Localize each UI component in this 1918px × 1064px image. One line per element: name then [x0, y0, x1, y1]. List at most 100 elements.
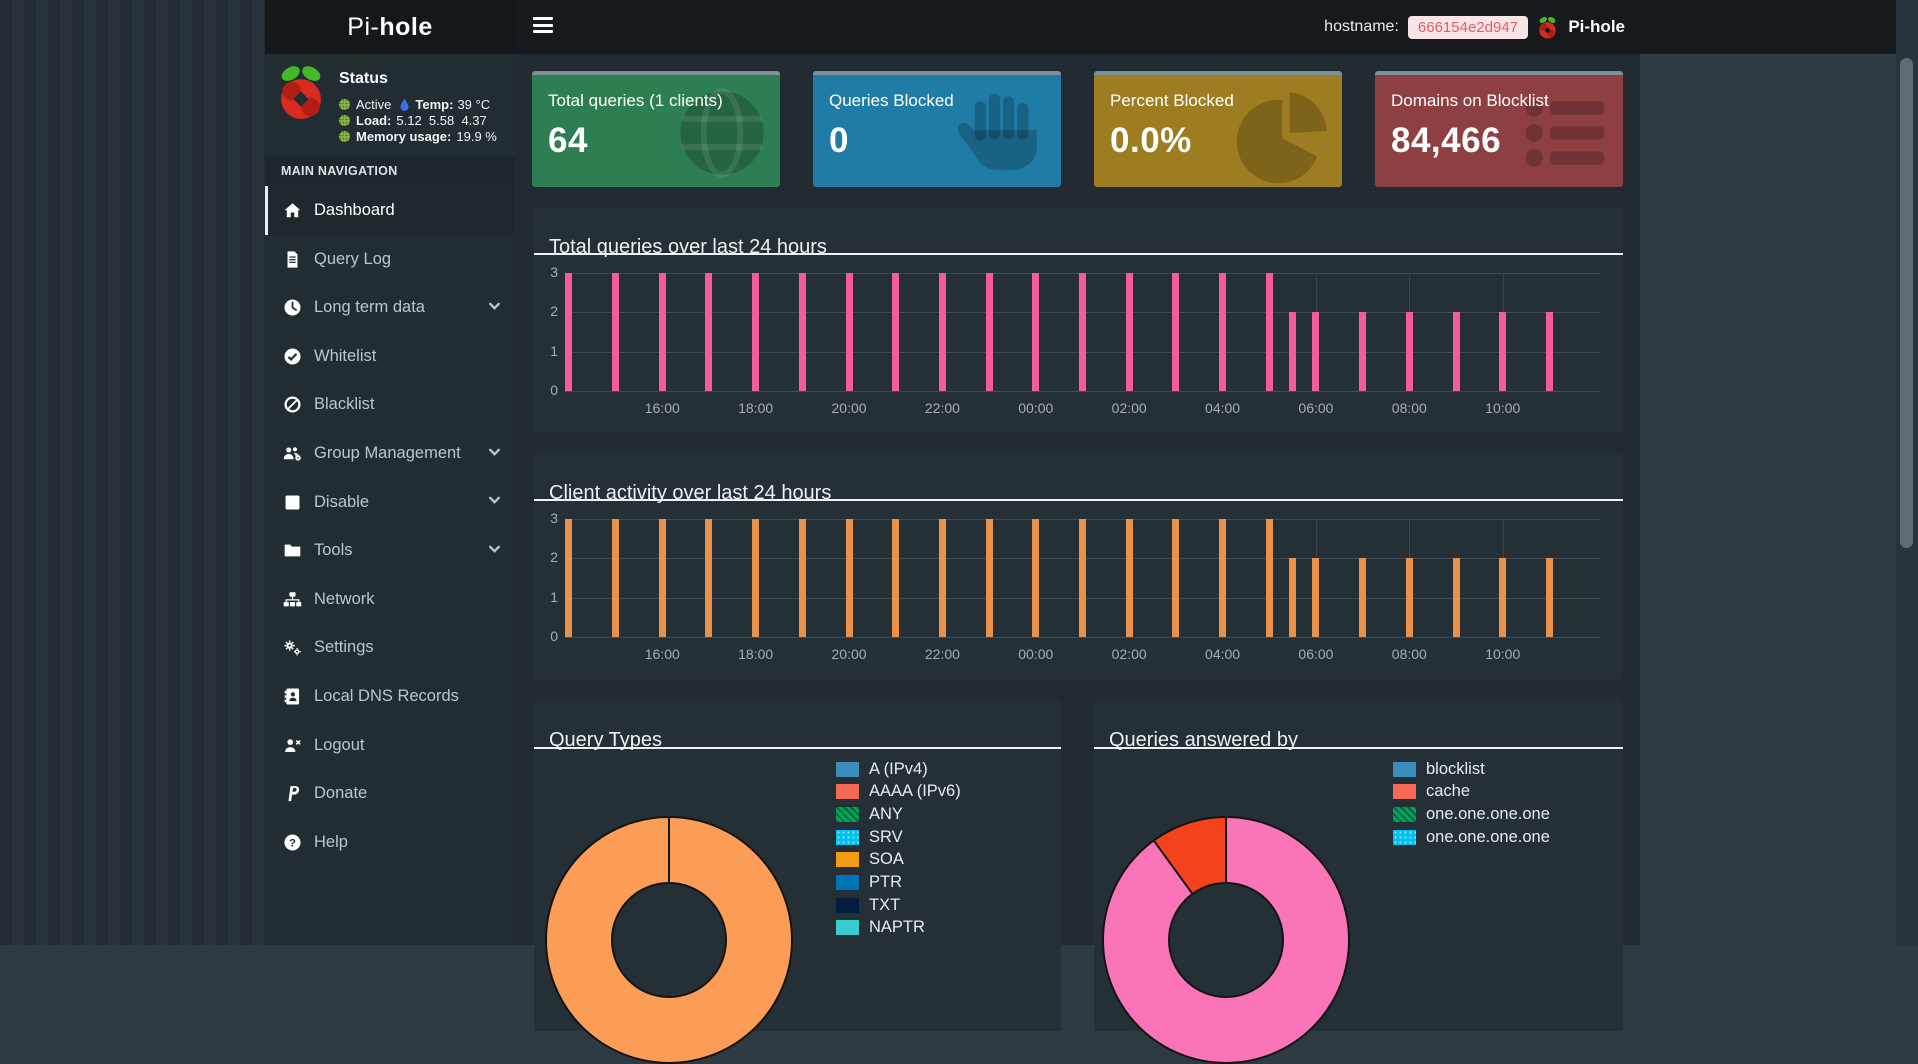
x-axis-tick: 16:00 [644, 646, 680, 662]
hamburger-menu-button[interactable] [533, 17, 555, 37]
bar-10:00 [1499, 558, 1507, 637]
bar-04:00 [1219, 273, 1227, 391]
sidebar-item-local-dns-records[interactable]: Local DNS Records [265, 672, 515, 721]
y-axis-tick: 3 [550, 264, 558, 280]
sidebar-item-group-management[interactable]: Group Management [265, 429, 515, 478]
x-axis-tick: 00:00 [1018, 400, 1054, 416]
box-divider [534, 253, 1623, 255]
bar-08:00 [1405, 312, 1413, 391]
card-value: 0 [829, 121, 849, 160]
sidebar-item-settings[interactable]: Settings [265, 623, 515, 672]
chart-title: Client activity over last 24 hours [549, 481, 832, 504]
bar-00:00 [1032, 519, 1040, 637]
sidebar-item-label: Dashboard [314, 201, 395, 219]
legend-label: SOA [869, 850, 904, 869]
navbar-brand[interactable]: Pi-hole [1537, 0, 1625, 54]
sidebar-item-donate[interactable]: Donate [265, 769, 515, 818]
card-domains-on-blocklist: Domains on Blocklist 84,466 [1375, 71, 1623, 187]
sidebar-item-blacklist[interactable]: Blacklist [265, 380, 515, 429]
gears-icon [281, 638, 303, 658]
sidebar-item-long-term-data[interactable]: Long term data [265, 283, 515, 332]
legend-item-soa[interactable]: SOA [836, 850, 904, 870]
scrollbar-thumb[interactable] [1900, 58, 1913, 548]
legend-item-one-one-one-one[interactable]: one.one.one.one [1393, 804, 1550, 824]
card-title: Domains on Blocklist [1391, 91, 1549, 110]
clock-icon [281, 298, 303, 318]
sidebar-item-help[interactable]: ? Help [265, 818, 515, 867]
legend-item-blocklist[interactable]: blocklist [1393, 759, 1485, 779]
bar-01:00 [1079, 519, 1086, 637]
legend-label: one.one.one.one [1426, 804, 1550, 823]
query-types-box: Query Types A (IPv4) AAAA (IPv6) ANY SRV SOA… [534, 701, 1061, 1064]
sidebar-item-query-log[interactable]: Query Log [265, 235, 515, 284]
folder-icon [281, 541, 303, 561]
legend-swatch [836, 897, 859, 913]
legend-item-cache[interactable]: cache [1393, 782, 1470, 802]
legend-item-naptr[interactable]: NAPTR [836, 918, 925, 938]
card-percent-blocked: Percent Blocked 0.0% [1094, 71, 1342, 187]
bar-06:00 [1312, 558, 1320, 637]
queries-answered-donut-chart [1102, 816, 1350, 1064]
sidebar-item-logout[interactable]: Logout [265, 721, 515, 770]
sidebar-item-label: Tools [314, 541, 353, 560]
legend-label: SRV [869, 827, 903, 846]
legend-item-a-ipv4[interactable]: A (IPv4) [836, 759, 928, 779]
sidebar-item-label: Blacklist [314, 395, 375, 414]
status-ok-icon [339, 115, 350, 126]
legend-item-one-one-one-one[interactable]: one.one.one.one [1393, 827, 1550, 847]
x-axis-tick: 02:00 [1111, 400, 1147, 416]
bar-18:00 [752, 273, 760, 391]
hostname-label: hostname: [1324, 18, 1399, 35]
sidebar-item-disable[interactable]: Disable [265, 478, 515, 527]
status-panel: Status Active Temp: 39 °C Load: 5.12 5.5… [275, 60, 510, 152]
status-ok-icon [339, 131, 350, 142]
total-queries-chart-box: Total queries over last 24 hours 3 2 1 0 16:… [534, 208, 1623, 432]
sidebar-item-label: Settings [314, 638, 374, 657]
sidebar-item-label: Long term data [314, 298, 425, 317]
bar-05:00 [1265, 519, 1273, 637]
bar-15:00 [612, 519, 620, 637]
x-axis-tick: 04:00 [1205, 400, 1241, 416]
users-gear-icon [281, 444, 303, 464]
bar-16:00 [658, 273, 666, 391]
bar-10:00 [1499, 312, 1507, 391]
legend-label: PTR [869, 873, 902, 891]
legend-item-txt[interactable]: TXT [836, 895, 900, 915]
x-axis-tick: 06:00 [1298, 646, 1334, 662]
status-ok-icon [339, 99, 350, 110]
legend-label: cache [1426, 782, 1471, 801]
sidebar-item-tools[interactable]: Tools [265, 526, 515, 575]
raspberry-logo-icon [281, 66, 321, 119]
card-queries-blocked: Queries Blocked 0 [813, 71, 1061, 187]
legend-item-srv[interactable]: SRV [836, 827, 903, 847]
bar-19:00 [798, 273, 806, 391]
bar-05:00 [1265, 273, 1273, 391]
user-times-icon [281, 735, 303, 755]
bar-00:00 [1032, 273, 1040, 391]
sidebar-item-whitelist[interactable]: Whitelist [265, 332, 515, 381]
bar-03:00 [1172, 273, 1180, 391]
brand-prefix: Pi- [347, 12, 380, 41]
brand-logo[interactable]: Pi-hole [265, 0, 515, 54]
x-axis-tick: 22:00 [924, 646, 960, 662]
chevron-down-icon [488, 444, 501, 463]
bar-06:00 [1312, 312, 1320, 391]
legend-label: TXT [869, 895, 901, 914]
navbar-brand-label: Pi-hole [1568, 17, 1625, 36]
page-scrollbar[interactable] [1896, 0, 1918, 945]
legend-item-any[interactable]: ANY [836, 804, 903, 824]
x-axis-tick: 20:00 [831, 400, 867, 416]
legend-item-ptr[interactable]: PTR [836, 873, 902, 893]
bar-20:00 [845, 519, 853, 637]
legend-swatch [1393, 784, 1416, 800]
bar-09:00 [1452, 558, 1460, 637]
legend-label: AAAA (IPv6) [869, 782, 961, 801]
legend-item-aaaa-ipv6[interactable]: AAAA (IPv6) [836, 782, 961, 802]
sidebar-item-label: Local DNS Records [314, 687, 459, 705]
legend-label: blocklist [1426, 759, 1485, 778]
hostname-badge: 666154e2d947 [1407, 15, 1528, 39]
sidebar-item-network[interactable]: Network [265, 575, 515, 624]
card-title: Percent Blocked [1110, 91, 1234, 110]
sidebar-item-dashboard[interactable]: Dashboard [265, 186, 515, 235]
pie-icon [1234, 83, 1334, 184]
